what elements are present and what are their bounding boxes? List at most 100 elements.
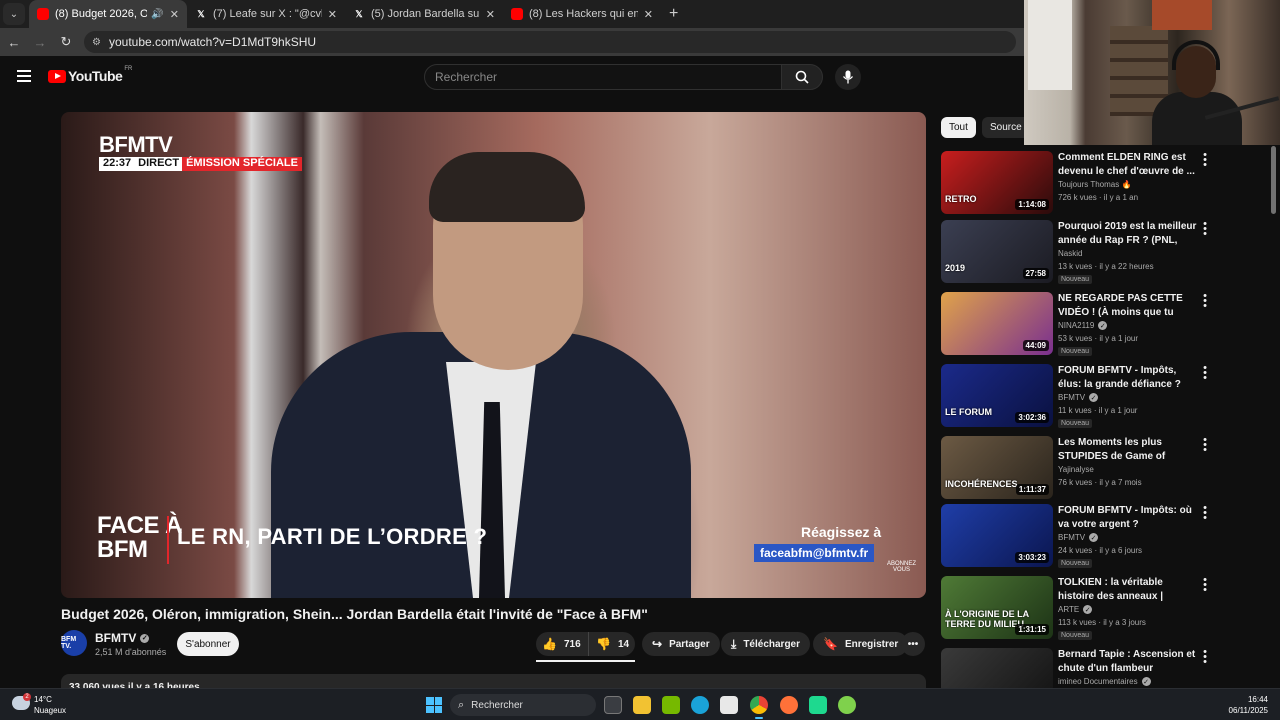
more-vertical-icon[interactable]: • • • (1201, 363, 1209, 384)
recommendation-channel[interactable]: Yajinalyse (1058, 465, 1094, 474)
close-tab-icon[interactable]: ✕ (328, 8, 337, 21)
recommendation-channel-row[interactable]: Toujours Thomas 🔥 (1058, 180, 1131, 189)
site-info-icon[interactable]: ⚙ (92, 37, 101, 48)
recommendation-title[interactable]: Pourquoi 2019 est la meilleur année du R… (1058, 220, 1198, 248)
recommendation-channel-row[interactable]: Yajinalyse (1058, 465, 1094, 474)
nvidia-icon[interactable] (662, 696, 680, 714)
recommendation-channel[interactable]: ARTE (1058, 605, 1079, 614)
download-button[interactable]: ⤓ Télécharger (721, 632, 811, 656)
recommendation-channel[interactable]: Toujours Thomas 🔥 (1058, 180, 1131, 189)
reload-button[interactable]: ↻ (54, 34, 78, 50)
recommendation-item[interactable]: 2019 27:58 Pourquoi 2019 est la meilleur a… (941, 219, 1271, 284)
recommendation-title[interactable]: NE REGARDE PAS CETTE VIDÉO ! (À moins qu… (1058, 292, 1198, 320)
recommendation-channel[interactable]: BFMTV (1058, 533, 1085, 542)
more-vertical-icon[interactable]: • • • (1201, 150, 1209, 171)
store-icon[interactable] (720, 696, 738, 714)
more-vertical-icon[interactable]: • • • (1201, 291, 1209, 312)
more-vertical-icon[interactable]: • • • (1201, 575, 1209, 596)
more-vertical-icon[interactable]: • • • (1201, 219, 1209, 240)
task-view-icon[interactable] (604, 696, 622, 714)
video-thumbnail[interactable]: 44:09 (941, 292, 1053, 355)
bookmark-icon: 🔖 (823, 637, 838, 651)
recommendation-channel-row[interactable]: ARTE ✓ (1058, 605, 1093, 614)
recommendation-channel[interactable]: NINA2119 (1058, 321, 1094, 330)
browser-tab[interactable]: (8) Budget 2026, Oléron, im🔊 ✕ (29, 0, 187, 28)
sidebar-scrollbar[interactable] (1271, 146, 1276, 214)
more-vertical-icon[interactable]: • • • (1201, 435, 1209, 456)
dislike-button[interactable]: 👎 14 (588, 632, 635, 656)
browser-tab[interactable]: (8) Les Hackers qui en Savaient ✕ (503, 0, 661, 28)
chip-tout[interactable]: Tout (941, 117, 976, 138)
more-vertical-icon[interactable]: • • • (1201, 503, 1209, 524)
subscribe-button[interactable]: S'abonner (177, 632, 239, 656)
channel-avatar[interactable]: BFM TV. (61, 630, 87, 656)
search-input[interactable]: Rechercher (424, 64, 782, 90)
chrome-icon[interactable] (750, 696, 768, 714)
close-tab-icon[interactable]: ✕ (644, 8, 653, 21)
video-thumbnail[interactable]: RETRO 1:14:08 (941, 151, 1053, 214)
save-button[interactable]: 🔖 Enregistrer (813, 632, 909, 656)
recommendation-channel-row[interactable]: BFMTV ✓ (1058, 533, 1099, 542)
recommendation-channel[interactable]: BFMTV (1058, 393, 1085, 402)
more-actions-button[interactable]: ••• (901, 632, 925, 656)
recommendation-title[interactable]: Les Moments les plus STUPIDES de Game of… (1058, 436, 1198, 464)
close-tab-icon[interactable]: ✕ (486, 8, 495, 21)
recommendation-channel[interactable]: Naskid (1058, 249, 1082, 258)
recommendation-channel-row[interactable]: Naskid (1058, 249, 1082, 258)
like-button[interactable]: 👍 716 (536, 632, 588, 656)
video-thumbnail[interactable]: LE FORUM 3:02:36 (941, 364, 1053, 427)
recommendation-channel-row[interactable]: BFMTV ✓ (1058, 393, 1099, 402)
url-field[interactable]: ⚙ youtube.com/watch?v=D1MdT9hkSHU (84, 31, 1016, 53)
firefox-icon[interactable] (780, 696, 798, 714)
clock-time[interactable]: 16:44 (1238, 695, 1268, 704)
back-button[interactable]: ← (2, 35, 26, 50)
recommendation-title[interactable]: FORUM BFMTV - Impôts: où va votre argent… (1058, 504, 1198, 532)
tab-title: (5) Jordan Bardella sur X : "Ce l (371, 8, 480, 20)
recommendation-item[interactable]: RETRO 1:14:08 Comment ELDEN RING est deven… (941, 150, 1271, 215)
search-button[interactable] (781, 64, 823, 90)
weather-temperature[interactable]: 14°C (34, 695, 52, 704)
download-label: Télécharger (743, 638, 801, 650)
weather-description[interactable]: Nuageux (34, 706, 66, 715)
browser-tab[interactable]: 𝕏 (7) Leafe sur X : "@cvlt_l34d3r ✕ (187, 0, 345, 28)
channel-name-row[interactable]: BFMTV ✓ (95, 631, 150, 645)
close-tab-icon[interactable]: ✕ (170, 8, 179, 21)
recommendation-channel[interactable]: imineo Documentaires (1058, 677, 1138, 686)
recommendation-item[interactable]: 44:09 NE REGARDE PAS CETTE VIDÉO ! (À moi… (941, 291, 1271, 356)
new-badge: Nouveau (1058, 559, 1093, 568)
edge-icon[interactable] (691, 696, 709, 714)
windows-start-icon[interactable] (426, 697, 442, 713)
tab-title: (8) Budget 2026, Oléron, im (55, 8, 148, 20)
youtube-logo[interactable]: YouTube FR (48, 66, 132, 84)
recommendation-item[interactable]: LE FORUM 3:02:36 FORUM BFMTV - Impôts, élu… (941, 363, 1271, 428)
video-thumbnail[interactable]: À L'ORIGINE DE LA TERRE DU MILIEU 1:31:15 (941, 576, 1053, 639)
recommendation-item[interactable]: INCOHÉRENCES 1:11:37 Les Moments les plus … (941, 435, 1271, 500)
app-icon[interactable] (809, 696, 827, 714)
recommendation-title[interactable]: Comment ELDEN RING est devenu le chef d'… (1058, 151, 1198, 179)
more-vertical-icon[interactable]: • • • (1201, 647, 1209, 668)
new-tab-button[interactable]: + (669, 5, 678, 23)
menu-icon[interactable] (17, 70, 31, 85)
browser-tab[interactable]: 𝕏 (5) Jordan Bardella sur X : "Ce l ✕ (345, 0, 503, 28)
speaker-icon[interactable]: 🔊 (151, 9, 163, 20)
recommendation-item[interactable]: 3:03:23 FORUM BFMTV - Impôts: où va votre… (941, 503, 1271, 568)
tab-search-menu-icon[interactable]: ⌄ (3, 3, 25, 25)
recommendation-channel-row[interactable]: imineo Documentaires ✓ (1058, 677, 1151, 686)
recommendation-item[interactable]: À L'ORIGINE DE LA TERRE DU MILIEU 1:31:15… (941, 575, 1271, 640)
recommendation-title[interactable]: FORUM BFMTV - Impôts, élus: la grande dé… (1058, 364, 1198, 392)
share-button[interactable]: ↪ Partager (642, 632, 720, 656)
video-player[interactable]: BFMTV 22:37 DIRECT ÉMISSION SPÉCIALE FAC… (61, 112, 926, 598)
recommendation-title[interactable]: TOLKIEN : la véritable histoire des anne… (1058, 576, 1198, 604)
video-thumbnail[interactable]: INCOHÉRENCES 1:11:37 (941, 436, 1053, 499)
forward-button[interactable]: → (28, 35, 52, 50)
video-thumbnail[interactable]: 3:03:23 (941, 504, 1053, 567)
app-leaf-icon[interactable] (838, 696, 856, 714)
taskbar-search[interactable]: ⌕ Rechercher (450, 694, 596, 716)
recommendation-title[interactable]: Bernard Tapie : Ascension et chute d'un … (1058, 648, 1198, 676)
file-explorer-icon[interactable] (633, 696, 651, 714)
clock-date[interactable]: 06/11/2025 (1218, 706, 1268, 715)
recommendation-channel-row[interactable]: NINA2119 ✓ (1058, 321, 1108, 330)
channel-name[interactable]: BFMTV (95, 631, 136, 645)
video-thumbnail[interactable]: 2019 27:58 (941, 220, 1053, 283)
voice-search-button[interactable] (835, 64, 861, 90)
